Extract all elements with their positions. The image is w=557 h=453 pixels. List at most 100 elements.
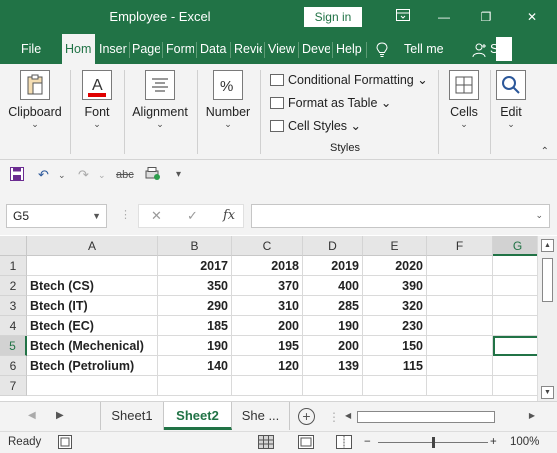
cell-b5[interactable]: 190 (158, 336, 232, 356)
strikethrough-icon[interactable]: abc (116, 169, 134, 181)
minimize-button[interactable]: — (424, 0, 464, 34)
column-header-c[interactable]: C (232, 236, 303, 256)
cell-d6[interactable]: 139 (303, 356, 363, 376)
share-icon[interactable] (472, 34, 490, 64)
cell-a2[interactable]: Btech (CS) (27, 276, 158, 296)
tab-review[interactable]: Revie (234, 34, 262, 64)
cell-g3[interactable] (493, 296, 537, 316)
cell-a1[interactable] (27, 256, 158, 276)
cell-c1[interactable]: 2018 (232, 256, 303, 276)
cell-f7[interactable] (427, 376, 493, 396)
formula-input[interactable]: ⌄ (251, 204, 550, 228)
cell-b4[interactable]: 185 (158, 316, 232, 336)
tell-me-search[interactable]: Tell me (404, 34, 446, 64)
cell-g5[interactable] (493, 336, 537, 356)
cell-d2[interactable]: 400 (303, 276, 363, 296)
cell-f2[interactable] (427, 276, 493, 296)
tab-page-layout[interactable]: Page (132, 34, 160, 64)
editing-group[interactable]: Edit ⌄ (494, 64, 528, 160)
tab-insert[interactable]: Inser (99, 34, 127, 64)
tab-help[interactable]: Help (336, 34, 364, 64)
close-button[interactable]: ✕ (512, 0, 552, 34)
cell-f6[interactable] (427, 356, 493, 376)
scroll-left-icon[interactable]: ◀ (345, 411, 351, 420)
row-header-3[interactable]: 3 (0, 296, 27, 316)
row-header-4[interactable]: 4 (0, 316, 27, 336)
cell-d1[interactable]: 2019 (303, 256, 363, 276)
normal-view-icon[interactable] (258, 435, 274, 452)
worksheet-grid[interactable]: A B C D E F G 1 2017 2018 2019 2020 2 Btech (CS) 350 37… (0, 236, 537, 399)
select-all-corner[interactable] (0, 236, 27, 256)
cell-a6[interactable]: Btech (Petrolium) (27, 356, 158, 376)
zoom-out-button[interactable]: − (364, 436, 371, 448)
add-sheet-button[interactable]: + (298, 408, 315, 425)
sign-in-button[interactable]: Sign in (304, 7, 362, 27)
customize-toolbar-icon[interactable]: ▾ (176, 169, 181, 180)
scroll-down-icon[interactable]: ▼ (541, 386, 554, 399)
cell-e3[interactable]: 320 (363, 296, 427, 316)
drag-handle-icon[interactable]: ⋮ (328, 410, 340, 424)
cell-b1[interactable]: 2017 (158, 256, 232, 276)
cell-d7[interactable] (303, 376, 363, 396)
tab-formulas[interactable]: Form (166, 34, 194, 64)
collapse-ribbon-icon[interactable]: ⌃ (541, 146, 549, 157)
cell-c7[interactable] (232, 376, 303, 396)
scroll-up-icon[interactable]: ▲ (541, 239, 554, 252)
macro-recording-icon[interactable] (58, 435, 72, 452)
cell-c4[interactable]: 200 (232, 316, 303, 336)
enter-icon[interactable]: ✓ (187, 208, 198, 224)
row-header-7[interactable]: 7 (0, 376, 27, 396)
column-header-d[interactable]: D (303, 236, 363, 256)
cell-d4[interactable]: 190 (303, 316, 363, 336)
clipboard-group[interactable]: Clipboard ⌄ (4, 64, 66, 160)
cell-b2[interactable]: 350 (158, 276, 232, 296)
cell-b6[interactable]: 140 (158, 356, 232, 376)
cell-g7[interactable] (493, 376, 537, 396)
name-box[interactable]: G5 ▼ (6, 204, 107, 228)
row-header-5[interactable]: 5 (0, 336, 27, 356)
column-header-a[interactable]: A (27, 236, 158, 256)
cell-g4[interactable] (493, 316, 537, 336)
undo-icon[interactable]: ↶ (38, 167, 49, 183)
column-header-b[interactable]: B (158, 236, 232, 256)
zoom-level[interactable]: 100% (510, 436, 539, 448)
sheet-tab-more[interactable]: She ... (232, 402, 290, 430)
expand-formula-icon[interactable]: ⌄ (535, 210, 543, 221)
cell-f1[interactable] (427, 256, 493, 276)
cell-d5[interactable]: 200 (303, 336, 363, 356)
row-header-1[interactable]: 1 (0, 256, 27, 276)
cell-a5[interactable]: Btech (Mechenical) (27, 336, 158, 356)
horizontal-scroll-thumb[interactable] (357, 411, 495, 423)
cell-c6[interactable]: 120 (232, 356, 303, 376)
scroll-right-icon[interactable]: ▶ (529, 411, 535, 420)
ribbon-display-options-icon[interactable] (383, 0, 423, 34)
tab-data[interactable]: Data (200, 34, 228, 64)
cell-a7[interactable] (27, 376, 158, 396)
insert-function-icon[interactable]: fx (223, 208, 235, 223)
cell-c5[interactable]: 195 (232, 336, 303, 356)
restore-button[interactable]: ❐ (466, 0, 506, 34)
row-header-6[interactable]: 6 (0, 356, 27, 376)
cell-e1[interactable]: 2020 (363, 256, 427, 276)
cell-g6[interactable] (493, 356, 537, 376)
sheet-tab-sheet2[interactable]: Sheet2 (164, 402, 232, 430)
cell-b7[interactable] (158, 376, 232, 396)
column-header-g[interactable]: G (493, 236, 537, 256)
cell-f3[interactable] (427, 296, 493, 316)
cell-e2[interactable]: 390 (363, 276, 427, 296)
cell-c3[interactable]: 310 (232, 296, 303, 316)
cell-e5[interactable]: 150 (363, 336, 427, 356)
format-as-table-button[interactable]: Format as Table ⌄ (270, 93, 391, 113)
cells-group[interactable]: Cells ⌄ (442, 64, 486, 160)
zoom-slider-thumb[interactable] (432, 437, 435, 448)
font-group[interactable]: A Font ⌄ (72, 64, 122, 160)
save-icon[interactable] (10, 167, 24, 184)
page-layout-view-icon[interactable] (298, 435, 314, 452)
cell-g1[interactable] (493, 256, 537, 276)
chevron-down-icon[interactable]: ▼ (92, 205, 101, 227)
cell-a3[interactable]: Btech (IT) (27, 296, 158, 316)
cell-f4[interactable] (427, 316, 493, 336)
cancel-icon[interactable]: ✕ (151, 208, 162, 224)
cell-e7[interactable] (363, 376, 427, 396)
drag-handle-icon[interactable]: ⋮ (120, 208, 131, 221)
